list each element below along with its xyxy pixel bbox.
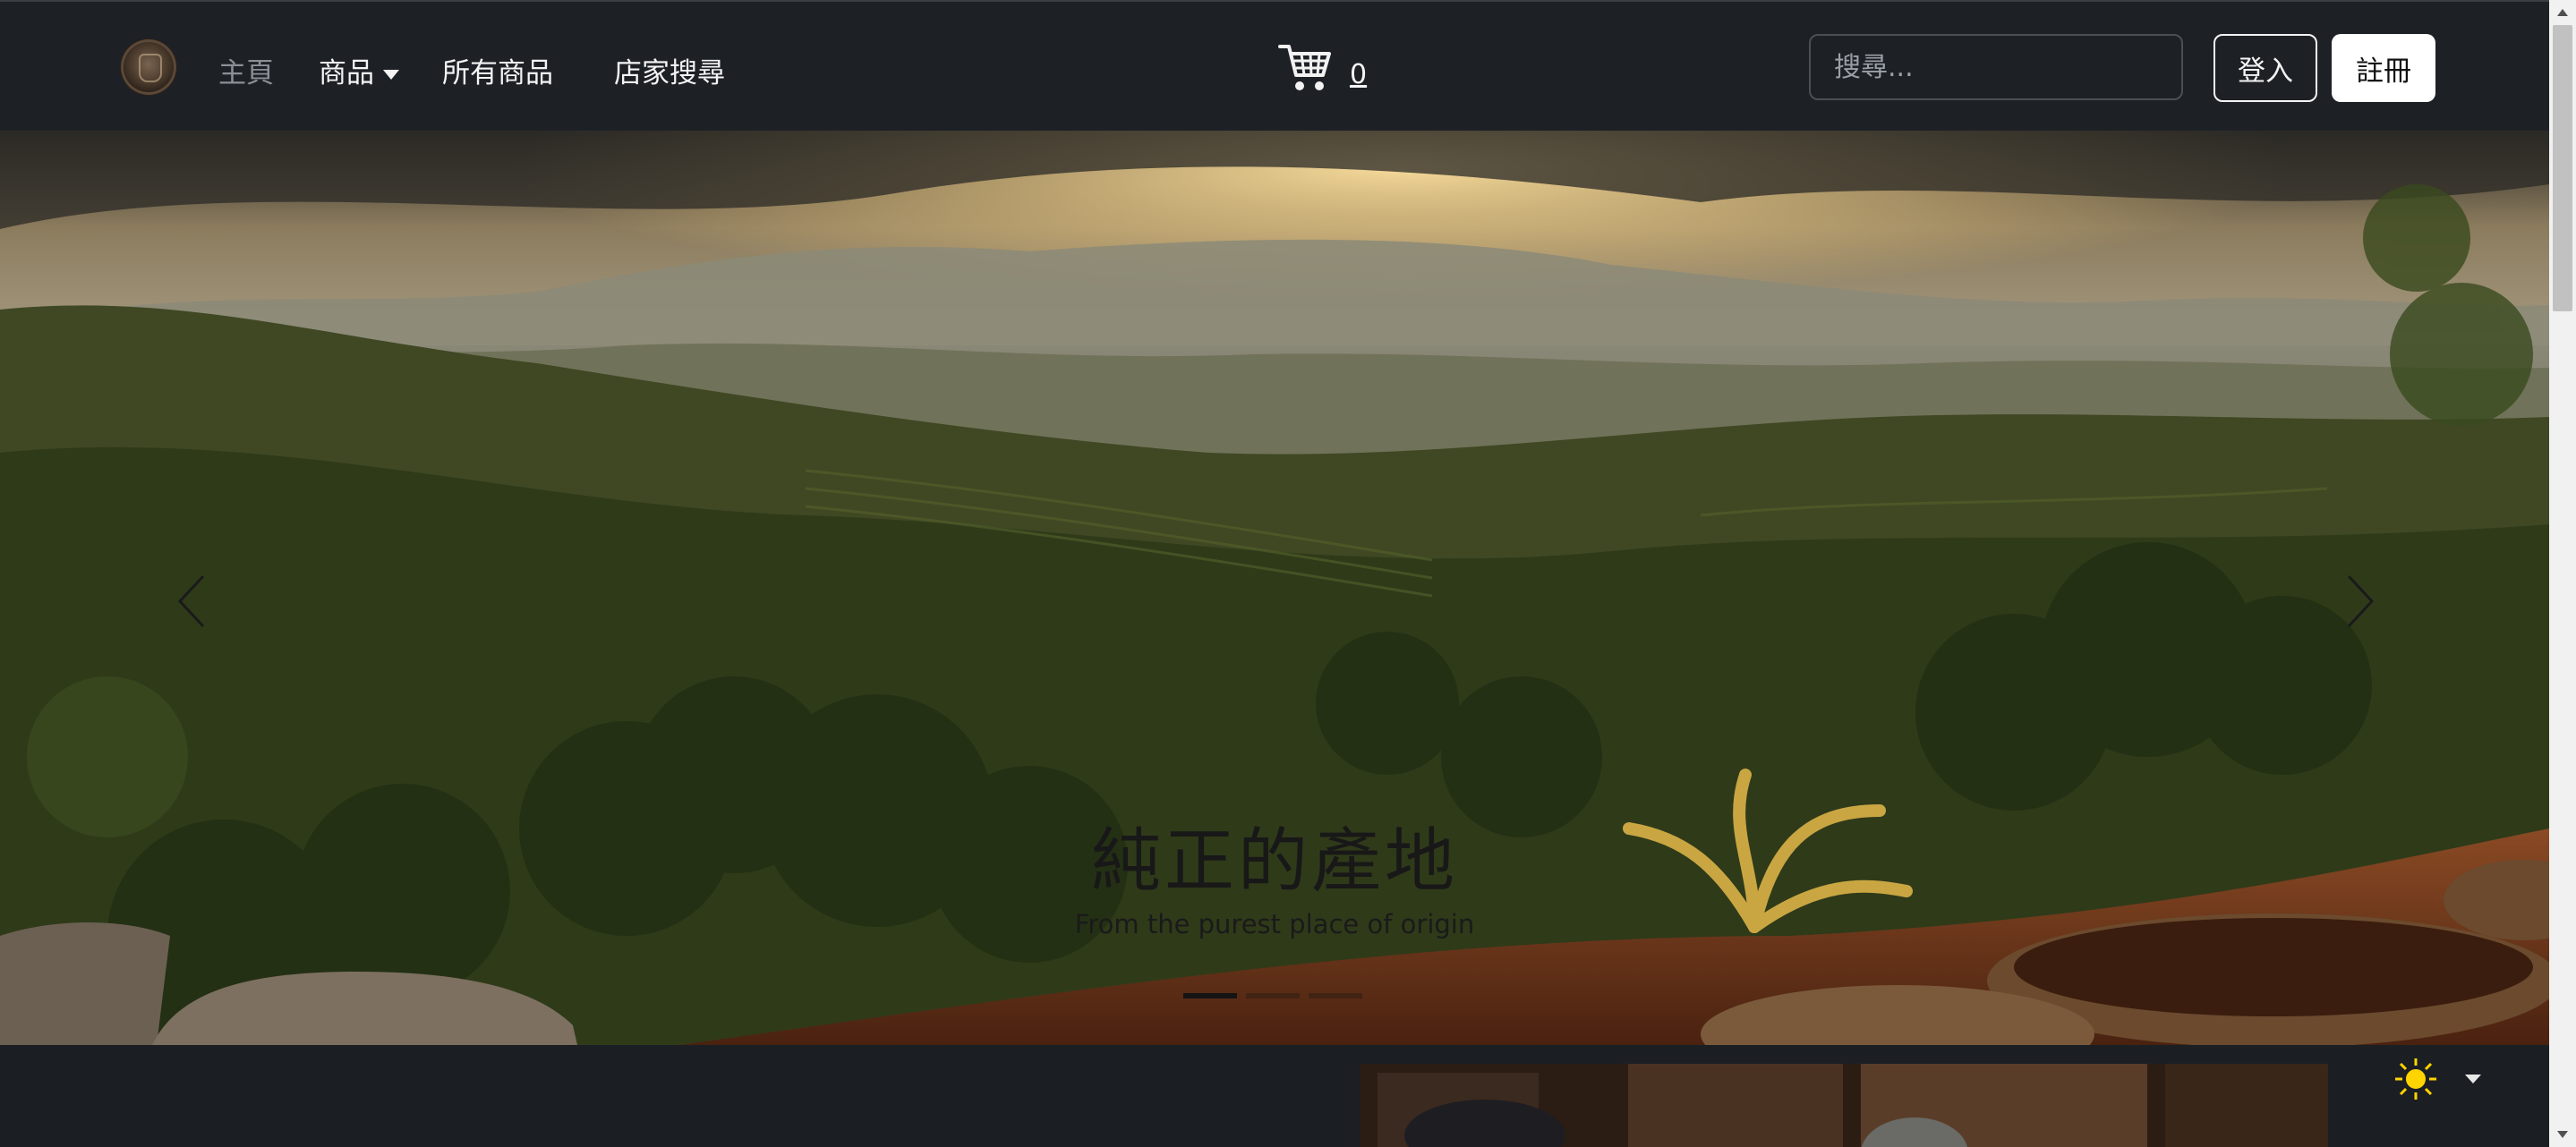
carousel-indicator-3[interactable]	[1309, 993, 1362, 998]
carousel-prev-button[interactable]	[166, 560, 219, 641]
caret-down-icon	[383, 70, 399, 80]
scroll-down-arrow-icon[interactable]	[2557, 1131, 2568, 1138]
scroll-up-arrow-icon[interactable]	[2557, 9, 2568, 16]
carousel-next-button[interactable]	[2333, 560, 2386, 641]
shopping-cart-icon[interactable]	[1278, 41, 1332, 93]
cart-count[interactable]: 0	[1350, 59, 1367, 90]
register-button[interactable]: 註冊	[2332, 34, 2435, 102]
hero-title: 純正的產地	[1090, 821, 1458, 902]
roaster-photo	[1360, 1064, 2328, 1147]
caret-down-icon	[2465, 1075, 2481, 1083]
sun-icon	[2395, 1058, 2436, 1100]
scrollbar-thumb[interactable]	[2553, 25, 2572, 311]
hero-carousel: 純正的產地 From the purest place of origin	[0, 131, 2549, 1045]
chevron-right-icon	[2347, 574, 2375, 628]
login-button[interactable]: 登入	[2213, 34, 2317, 102]
chevron-left-icon	[177, 574, 205, 628]
nav-link-store-search[interactable]: 店家搜尋	[614, 50, 725, 90]
hero-subtitle: From the purest place of origin	[1074, 909, 1475, 939]
page-scrollbar[interactable]	[2549, 0, 2576, 1147]
coffee-plantation-image	[0, 131, 2549, 1045]
top-navbar: 主頁 商品 所有商品 店家搜尋 0 登入 註冊	[0, 0, 2549, 132]
nav-link-home[interactable]: 主頁	[218, 50, 274, 90]
carousel-indicator-2[interactable]	[1246, 993, 1300, 998]
coffee-roaster-image	[1360, 1064, 2328, 1147]
nav-link-all-products[interactable]: 所有商品	[442, 50, 553, 90]
carousel-indicator-1[interactable]	[1183, 993, 1237, 998]
coffee-logo-icon[interactable]	[121, 39, 176, 95]
nav-link-products-dropdown[interactable]: 商品	[319, 50, 399, 90]
theme-toggle-dropdown[interactable]	[2393, 1052, 2488, 1106]
search-input[interactable]	[1809, 34, 2183, 100]
nav-link-products-label: 商品	[319, 57, 374, 89]
carousel-indicators	[1183, 993, 1362, 998]
